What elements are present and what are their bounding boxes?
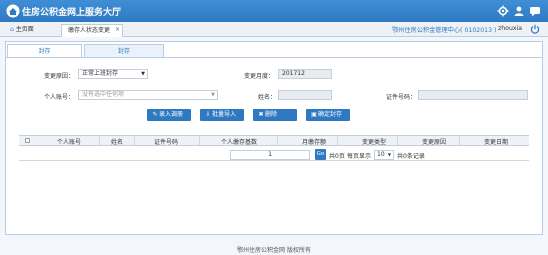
account-label: 个人账号： [44, 94, 75, 101]
chevron-down-icon: ▼ [387, 152, 391, 157]
total-pages: 共0页 [329, 153, 345, 160]
close-icon[interactable]: × [115, 24, 120, 36]
col-name[interactable]: 姓名 [111, 137, 123, 146]
pager: 1 Go 共0页 每页显示 10 ▼ 共0条记录 [19, 147, 529, 161]
change-reason-label: 变更原因： [44, 73, 75, 80]
app-title: 住房公积金网上服务大厅 [22, 8, 122, 18]
import-button[interactable]: ✎录入调册 [147, 109, 191, 121]
page-size-select[interactable]: 10 ▼ [374, 150, 394, 160]
tab-status-change-label: 缴存人状态变更 [68, 27, 111, 34]
tab-status-change[interactable]: 缴存人状态变更 × [61, 24, 123, 37]
account-placeholder: 没有选中任何项 [82, 91, 125, 98]
delete-button[interactable]: ✖删除 [253, 109, 297, 121]
change-reason-select[interactable]: 正常上班封存 ▼ [78, 69, 148, 79]
org-info: 鄂州住房公积金管理中心( 0102013 ) [392, 27, 497, 34]
change-month-label: 变更月度： [244, 73, 275, 80]
footer-copyright: 鄂州住房公积金网 版权所有 [237, 247, 311, 254]
save-icon: ▣ [311, 111, 317, 118]
col-id-number[interactable]: 证件号码 [154, 137, 178, 146]
col-change-date[interactable]: 变更日期 [484, 137, 508, 146]
column-divider [337, 136, 338, 145]
id-field [418, 90, 528, 100]
change-reason-value: 正常上班封存 [82, 70, 119, 77]
table-header: 个人账号 姓名 证件号码 个人缴存基数 月缴存额 变更类型 变更原因 变更日期 [19, 135, 529, 146]
total-records: 共0条记录 [397, 153, 425, 160]
subtab-divider [6, 57, 542, 58]
delete-button-label: 删除 [265, 111, 278, 118]
edit-icon: ✎ [152, 111, 158, 118]
per-page-label: 每页显示 [347, 153, 372, 160]
subtab-seal-2[interactable]: 封存 [84, 44, 164, 58]
user-icon[interactable] [513, 5, 525, 17]
column-divider [99, 136, 100, 145]
confirm-seal-button-label: 确定封存 [318, 111, 343, 118]
batch-import-button-label: 批量导入 [212, 111, 237, 118]
change-month-value: 201712 [282, 70, 305, 77]
top-bar: 住房公积金网上服务大厅 [0, 0, 548, 22]
column-divider [199, 136, 200, 145]
username: zhouxia [498, 25, 523, 32]
name-field [278, 90, 332, 100]
subtab-seal-1[interactable]: 封存 [7, 44, 82, 58]
import-button-label: 录入调册 [159, 111, 184, 118]
batch-import-button[interactable]: ⇩批量导入 [200, 109, 244, 121]
name-label: 姓名： [258, 94, 277, 101]
chevron-down-icon: ▼ [141, 71, 145, 77]
go-button[interactable]: Go [315, 149, 326, 160]
column-divider [459, 136, 460, 145]
select-all-checkbox[interactable] [25, 138, 30, 143]
id-label: 证件号码： [386, 94, 417, 101]
account-select[interactable]: 没有选中任何项 ▼ [78, 90, 218, 100]
message-icon[interactable] [529, 5, 541, 17]
col-change-reason[interactable]: 变更原因 [422, 137, 446, 146]
column-divider [397, 136, 398, 145]
power-icon[interactable] [530, 24, 540, 34]
page-size-value: 10 [377, 151, 385, 158]
column-divider [277, 136, 278, 145]
tab-home-label: 主页面 [15, 26, 34, 33]
gear-icon[interactable] [497, 5, 509, 17]
column-divider [134, 136, 135, 145]
tab-home[interactable]: ⌂ 主页面 [4, 24, 58, 37]
confirm-seal-button[interactable]: ▣确定封存 [306, 109, 350, 121]
col-base[interactable]: 个人缴存基数 [221, 137, 257, 146]
import-icon: ⇩ [205, 111, 211, 118]
home-icon: ⌂ [10, 26, 14, 33]
trash-icon: ✖ [258, 111, 264, 118]
page-input[interactable]: 1 [230, 150, 310, 160]
chevron-down-icon: ▼ [211, 92, 215, 98]
col-monthly-amount[interactable]: 月缴存额 [302, 137, 326, 146]
col-change-type[interactable]: 变更类型 [362, 137, 386, 146]
logo-icon [6, 4, 20, 18]
change-month-field: 201712 [278, 69, 332, 79]
col-account[interactable]: 个人账号 [57, 137, 81, 146]
